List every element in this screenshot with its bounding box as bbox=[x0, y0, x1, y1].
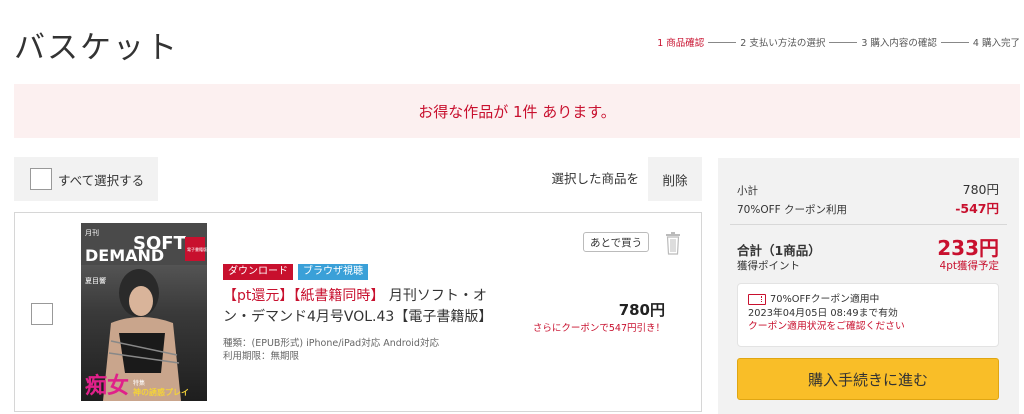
svg-text:痴女: 痴女 bbox=[85, 373, 129, 399]
svg-text:月刊: 月刊 bbox=[85, 229, 99, 237]
coupon-title-line: 70%OFFクーポン適用中 bbox=[748, 293, 988, 307]
svg-text:神の誘惑プレイ: 神の誘惑プレイ bbox=[133, 387, 189, 397]
select-all-toggle[interactable]: すべて選択する bbox=[14, 157, 159, 201]
coupon-discount-note: さらにクーポンで547円引き！ bbox=[532, 323, 665, 334]
points-label: 獲得ポイント bbox=[737, 260, 800, 272]
points-row: 獲得ポイント 4pt獲得予定 bbox=[737, 258, 999, 273]
page-title: バスケット bbox=[14, 30, 179, 66]
product-cover-image[interactable]: 月刊 SOFT DEMAND 電子書籍版 夏目響 痴女 特集 神の誘惑プレイ bbox=[81, 223, 207, 401]
step-4: 4 購入完了 bbox=[972, 38, 1020, 49]
item-badges: ダウンロード ブラウザ視聴 bbox=[223, 264, 368, 280]
total-label: 合計（1商品） bbox=[737, 243, 821, 258]
deal-notice-text: お得な作品が 1件 あります。 bbox=[418, 102, 616, 121]
step-separator bbox=[708, 41, 737, 43]
deal-notice: お得な作品が 1件 あります。 bbox=[14, 84, 1020, 138]
step-separator bbox=[829, 41, 858, 43]
coupon-row: 70%OFF クーポン利用 -547円 bbox=[737, 198, 999, 217]
subtotal-row: 小計 780円 bbox=[737, 179, 999, 198]
coupon-expiry: 2023年04月05日 08:49まで有効 bbox=[748, 307, 898, 319]
item-format: 種類：(EPUB形式) iPhone/iPad対応 Android対応 bbox=[223, 338, 439, 349]
coupon-value: -547円 bbox=[955, 201, 999, 216]
coupon-info-box: 70%OFFクーポン適用中 2023年04月05日 08:49まで有効 クーポン… bbox=[737, 283, 999, 347]
select-all-label: すべて選択する bbox=[58, 172, 145, 188]
total-row: 合計（1商品） 233円 bbox=[737, 232, 999, 261]
selection-bar: すべて選択する 選択した商品を 削除 bbox=[14, 157, 702, 201]
select-all-checkbox[interactable] bbox=[30, 168, 52, 190]
step-3: 3 購入内容の確認 bbox=[861, 38, 937, 49]
selected-items-label: 選択した商品を bbox=[551, 171, 639, 186]
summary-divider bbox=[730, 224, 1007, 225]
item-title-highlight: 【pt還元】【紙書籍同時】 bbox=[223, 288, 385, 304]
item-period: 利用期限：無期限 bbox=[223, 351, 300, 362]
item-checkbox[interactable] bbox=[31, 303, 53, 325]
coupon-status-link[interactable]: クーポン適用状況をご確認ください bbox=[748, 320, 988, 334]
subtotal-value: 780円 bbox=[962, 182, 999, 197]
subtotal-label: 小計 bbox=[737, 185, 758, 197]
order-summary: 小計 780円 70%OFF クーポン利用 -547円 合計（1商品） 233円… bbox=[718, 158, 1019, 414]
item-meta: 種類：(EPUB形式) iPhone/iPad対応 Android対応 利用期限… bbox=[223, 337, 439, 363]
delete-selected-button[interactable]: 削除 bbox=[648, 157, 702, 201]
points-value: 4pt獲得予定 bbox=[939, 260, 999, 272]
svg-text:DEMAND: DEMAND bbox=[85, 246, 164, 265]
proceed-checkout-button[interactable]: 購入手続きに進む bbox=[737, 358, 999, 400]
step-1: 1 商品確認 bbox=[657, 38, 705, 49]
coupon-ticket-icon bbox=[748, 294, 766, 306]
svg-text:夏目響: 夏目響 bbox=[85, 276, 106, 285]
item-title-link[interactable]: 【pt還元】【紙書籍同時】 月刊ソフト・オン・デマンド4月号VOL.43【電子書… bbox=[223, 286, 503, 328]
cart-item: 月刊 SOFT DEMAND 電子書籍版 夏目響 痴女 特集 神の誘惑プレイ ダ… bbox=[14, 212, 702, 412]
buy-later-button[interactable]: あとで買う bbox=[583, 232, 650, 252]
total-value: 233円 bbox=[937, 236, 999, 260]
trash-icon[interactable] bbox=[665, 231, 681, 255]
step-2: 2 支払い方法の選択 bbox=[740, 38, 826, 49]
svg-text:特集: 特集 bbox=[133, 379, 145, 387]
svg-text:電子書籍版: 電子書籍版 bbox=[187, 246, 207, 252]
download-badge: ダウンロード bbox=[223, 264, 293, 280]
step-separator bbox=[940, 41, 969, 43]
browser-view-badge: ブラウザ視聴 bbox=[298, 264, 368, 280]
coupon-label: 70%OFF クーポン利用 bbox=[737, 204, 848, 216]
checkout-steps: 1 商品確認 2 支払い方法の選択 3 購入内容の確認 4 購入完了 bbox=[657, 35, 1020, 49]
item-price: 780円 bbox=[618, 301, 665, 319]
coupon-title: 70%OFFクーポン適用中 bbox=[770, 294, 880, 305]
